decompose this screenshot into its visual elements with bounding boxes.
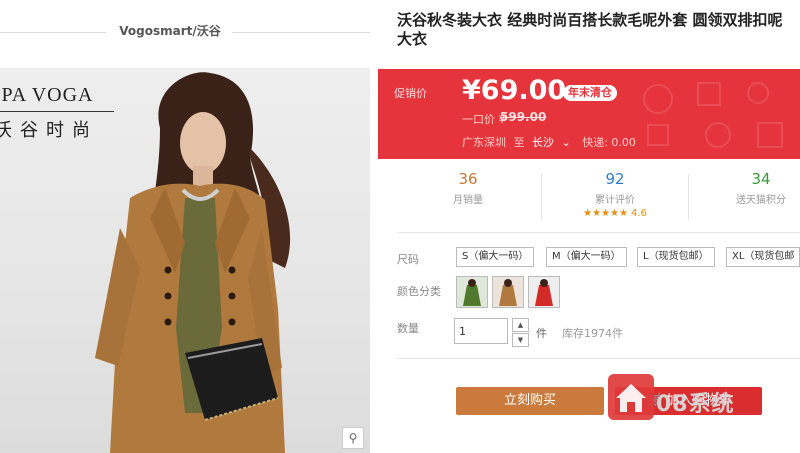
watermark-logo-icon bbox=[608, 374, 654, 420]
points-count: 34 bbox=[751, 170, 771, 188]
color-swatch-green[interactable] bbox=[456, 276, 488, 308]
title-line-2: 大衣 bbox=[397, 30, 428, 48]
ship-destination: 长沙 bbox=[532, 136, 554, 149]
star-icon: ★★★★★ bbox=[583, 208, 628, 219]
decorative-pattern bbox=[643, 82, 783, 148]
reviews[interactable]: 92 累计评价 ★★★★★ 4.6 bbox=[550, 170, 680, 219]
product-title: 沃谷秋冬装大衣 经典时尚百搭长款毛呢外套 圆领双排扣呢 大衣 bbox=[397, 11, 800, 49]
brand-underline bbox=[0, 111, 114, 112]
current-price: ¥69.00 bbox=[462, 75, 567, 106]
brand-logo-cn: 沃谷时尚 bbox=[0, 120, 98, 141]
color-swatch-camel[interactable] bbox=[492, 276, 524, 308]
magnifier-icon[interactable]: ⚲ bbox=[342, 427, 364, 449]
product-image[interactable]: OPA VOGA 沃谷时尚 ⚲ bbox=[0, 68, 370, 453]
quantity-label: 数量 bbox=[397, 322, 419, 335]
chevron-down-icon: ⌄ bbox=[558, 136, 571, 149]
sale-badge: 年末清仓 bbox=[563, 85, 617, 101]
original-price-label: 一口价 ¥ bbox=[462, 113, 506, 126]
shipping-info: 广东深圳 至 长沙 ⌄ 快递: 0.00 bbox=[462, 134, 640, 150]
ship-to-word: 至 bbox=[513, 136, 525, 149]
ship-from: 广东深圳 bbox=[462, 136, 506, 149]
divider bbox=[0, 32, 106, 33]
divider bbox=[232, 32, 370, 33]
brand-logo-en: OPA VOGA bbox=[0, 84, 94, 106]
shipping-fee: 快递: 0.00 bbox=[582, 136, 636, 149]
color-swatch-red[interactable] bbox=[528, 276, 560, 308]
store-header: Vogosmart/沃谷 bbox=[0, 0, 370, 68]
tmall-points: 34 送天猫积分 bbox=[696, 170, 800, 206]
price-panel: 促销价 ¥69.00 年末清仓 一口价 ¥ 599.00 广东深圳 至 长沙 ⌄… bbox=[378, 69, 800, 159]
size-option-l[interactable]: L（现货包邮） bbox=[637, 247, 715, 267]
promo-price-label: 促销价 bbox=[394, 87, 427, 100]
color-label: 颜色分类 bbox=[397, 285, 441, 298]
divider bbox=[397, 358, 800, 359]
sales-count: 36 bbox=[458, 170, 478, 188]
points-label: 送天猫积分 bbox=[736, 195, 786, 206]
buy-now-button[interactable]: 立刻购买 bbox=[456, 387, 604, 415]
divider bbox=[541, 174, 542, 220]
rating-score: 4.6 bbox=[630, 208, 647, 219]
sales-label: 月销量 bbox=[453, 195, 483, 206]
title-line-1: 沃谷秋冬装大衣 经典时尚百搭长款毛呢外套 圆领双排扣呢 bbox=[397, 11, 783, 29]
stats-bar: 36 月销量 92 累计评价 ★★★★★ 4.6 34 送天猫积分 bbox=[378, 170, 800, 230]
original-price: 599.00 bbox=[500, 110, 547, 124]
quantity-unit: 件 bbox=[536, 327, 547, 340]
divider bbox=[688, 174, 689, 220]
size-option-s[interactable]: S（偏大一码） bbox=[456, 247, 535, 267]
rating: ★★★★★ 4.6 bbox=[550, 208, 680, 219]
review-label: 累计评价 bbox=[595, 195, 635, 206]
watermark-text: 08系统 bbox=[656, 392, 735, 417]
size-label: 尺码 bbox=[397, 253, 419, 266]
size-option-xl[interactable]: XL（现货包邮 bbox=[726, 247, 800, 267]
size-option-m[interactable]: M（偏大一码） bbox=[546, 247, 627, 267]
quantity-decrement-button[interactable]: ▼ bbox=[512, 333, 529, 347]
divider bbox=[397, 232, 800, 233]
stock-count: 库存1974件 bbox=[562, 327, 623, 340]
store-name[interactable]: Vogosmart/沃谷 bbox=[108, 22, 232, 39]
ship-destination-select[interactable]: 长沙 ⌄ bbox=[532, 136, 575, 149]
quantity-input[interactable]: 1 bbox=[454, 318, 508, 344]
review-count: 92 bbox=[605, 170, 625, 188]
monthly-sales: 36 月销量 bbox=[403, 170, 533, 206]
quantity-increment-button[interactable]: ▲ bbox=[512, 318, 529, 332]
